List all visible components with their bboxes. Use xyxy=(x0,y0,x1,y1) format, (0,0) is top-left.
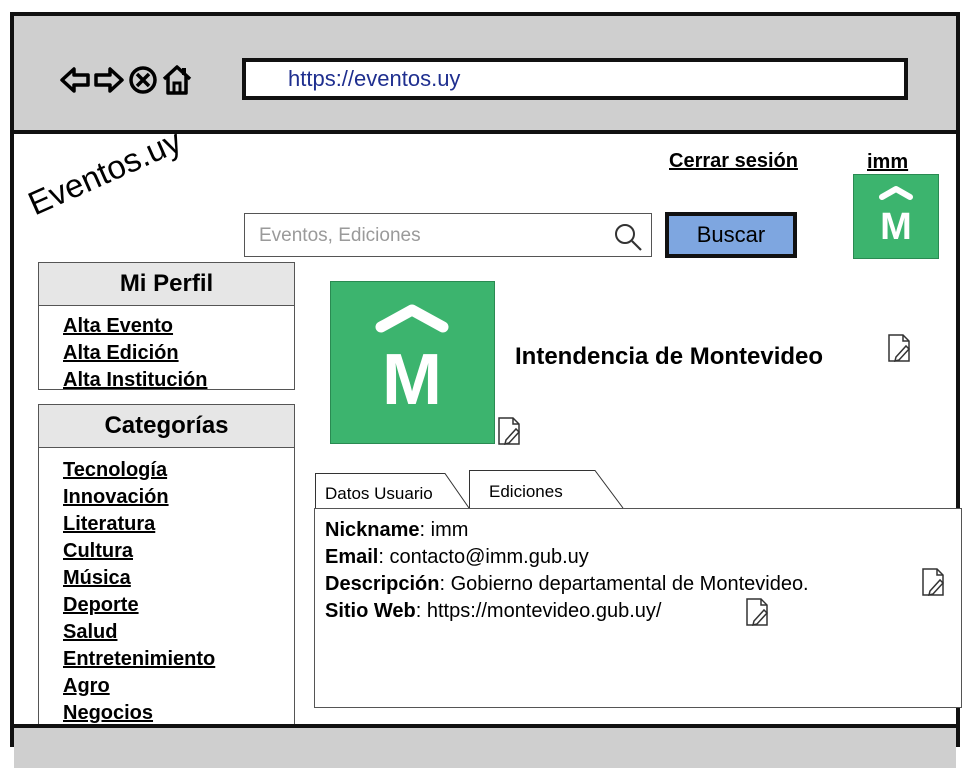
edit-description-icon[interactable] xyxy=(921,567,947,597)
category-link[interactable]: Salud xyxy=(63,619,294,646)
category-link[interactable]: Tecnología xyxy=(63,457,294,484)
category-link[interactable]: Entretenimiento xyxy=(63,646,294,673)
svg-text:M: M xyxy=(880,206,912,248)
website-row: Sitio Web: https://montevideo.gub.uy/ xyxy=(325,600,662,622)
categories-title: Categorías xyxy=(39,405,294,448)
description-row: Descripción: Gobierno departamental de M… xyxy=(325,573,809,595)
nickname-value: imm xyxy=(430,519,469,541)
category-link[interactable]: Deporte xyxy=(63,592,294,619)
category-link[interactable]: Música xyxy=(63,565,294,592)
nav-buttons xyxy=(59,63,193,97)
logout-link[interactable]: Cerrar sesión xyxy=(669,150,798,173)
back-arrow-icon[interactable] xyxy=(59,64,91,96)
email-label: Email xyxy=(325,546,379,568)
website-label: Sitio Web xyxy=(325,600,416,622)
url-bar[interactable]: https://eventos.uy xyxy=(242,58,908,100)
tab-datos-usuario[interactable]: Datos Usuario xyxy=(315,470,470,508)
avatar[interactable]: M xyxy=(853,174,939,259)
search-field[interactable] xyxy=(244,213,652,258)
category-link[interactable]: Literatura xyxy=(63,511,294,538)
description-value: Gobierno departamental de Montevideo. xyxy=(450,573,809,595)
category-link[interactable]: Agro xyxy=(63,673,294,700)
profile-image: M xyxy=(330,281,495,444)
browser-bottom-bar xyxy=(14,724,956,768)
website-value[interactable]: https://montevideo.gub.uy/ xyxy=(427,600,662,622)
alta-institucion-link[interactable]: Alta Institución xyxy=(63,367,294,394)
nickname-row: Nickname: imm xyxy=(325,519,469,541)
category-link[interactable]: Negocios xyxy=(63,700,294,727)
username-link[interactable]: imm xyxy=(867,151,908,174)
tab-ediciones[interactable]: Ediciones xyxy=(469,470,624,508)
email-row: Email: contacto@imm.gub.uy xyxy=(325,546,589,568)
description-label: Descripción xyxy=(325,573,440,595)
category-link[interactable]: Cultura xyxy=(63,538,294,565)
alta-edicion-link[interactable]: Alta Edición xyxy=(63,340,294,367)
forward-arrow-icon[interactable] xyxy=(93,64,125,96)
nickname-label: Nickname xyxy=(325,519,420,541)
user-data-panel: Nickname: imm Email: contacto@imm.gub.uy… xyxy=(314,508,962,708)
categories-menu: Categorías Tecnología Innovación Literat… xyxy=(38,404,295,724)
profile-name: Intendencia de Montevideo xyxy=(515,343,824,370)
edit-website-icon[interactable] xyxy=(745,597,771,627)
tab-label: Ediciones xyxy=(489,482,563,501)
search-input[interactable] xyxy=(245,214,621,258)
profile-menu-title: Mi Perfil xyxy=(39,263,294,306)
search-button[interactable]: Buscar xyxy=(665,212,797,258)
edit-image-icon[interactable] xyxy=(497,416,523,446)
alta-evento-link[interactable]: Alta Evento xyxy=(63,313,294,340)
search-icon[interactable] xyxy=(613,222,643,252)
browser-toolbar: https://eventos.uy xyxy=(14,16,956,134)
edit-name-icon[interactable] xyxy=(887,333,913,363)
email-value: contacto@imm.gub.uy xyxy=(389,546,589,568)
category-link[interactable]: Innovación xyxy=(63,484,294,511)
stop-icon[interactable] xyxy=(127,64,159,96)
home-icon[interactable] xyxy=(161,64,193,96)
profile-menu: Mi Perfil Alta Evento Alta Edición Alta … xyxy=(38,262,295,391)
svg-text:M: M xyxy=(382,340,442,420)
tab-label: Datos Usuario xyxy=(325,484,433,503)
